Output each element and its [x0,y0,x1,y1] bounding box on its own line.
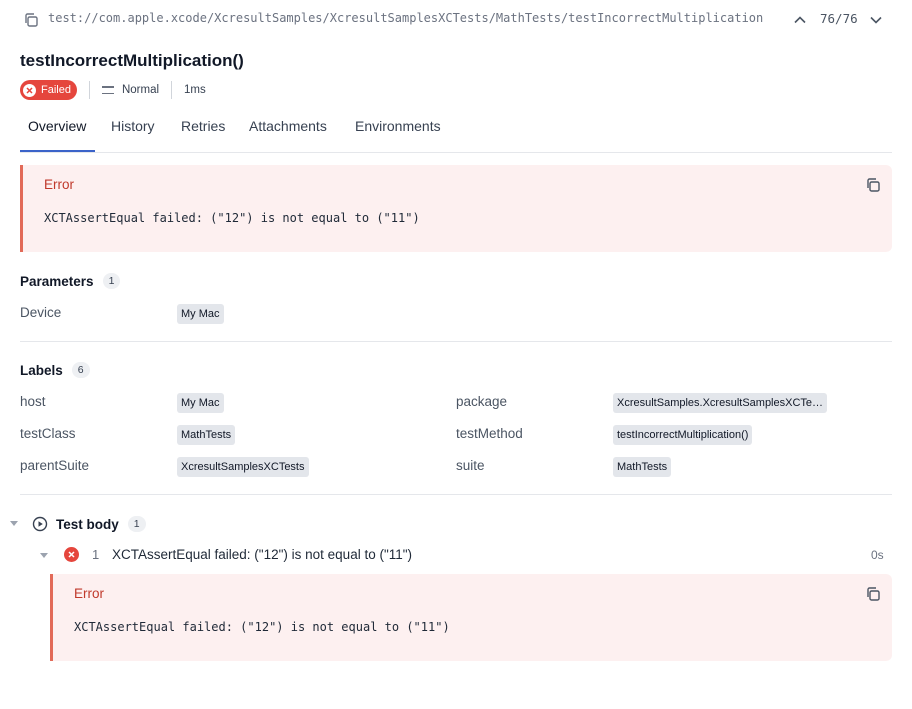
error-title: Error [44,177,74,192]
step-title[interactable]: XCTAssertEqual failed: ("12") is not equ… [112,547,412,562]
divider [20,341,892,342]
parameters-count: 1 [102,273,121,289]
test-body-label: Test body [56,516,119,532]
divider [20,494,892,495]
copy-icon[interactable] [865,586,881,602]
step-error-block: Error XCTAssertEqual failed: ("12") is n… [50,574,892,661]
tab-overview[interactable]: Overview [28,118,86,134]
severity-icon [101,86,114,94]
labels-title: Labels 6 [20,362,90,378]
param-key: Device [20,305,62,320]
status-label: Failed [41,84,71,96]
label-value: MathTests [613,457,672,477]
error-title: Error [74,586,104,601]
parameters-label: Parameters [20,273,94,289]
status-badge: Failed [20,80,77,100]
labels-label: Labels [20,362,63,378]
tab-environments[interactable]: Environments [355,118,441,134]
step-number: 1 [92,547,100,562]
page-title: testIncorrectMultiplication() [20,51,244,70]
step-duration: 0s [871,548,884,562]
error-message: XCTAssertEqual failed: ("12") is not equ… [74,620,450,634]
label-value: testIncorrectMultiplication() [613,425,753,445]
tab-attachments[interactable]: Attachments [249,118,327,134]
label-value: XcresultSamplesXCTests [177,457,309,477]
param-value: My Mac [177,304,224,324]
duration-label: 1ms [184,84,206,96]
label-value: XcresultSamples.XcresultSamplesXCTe… [613,393,828,413]
label-value: MathTests [177,425,236,445]
test-body-count: 1 [127,516,146,532]
label-key: testMethod [456,426,523,441]
x-circle-icon [64,547,79,562]
play-circle-icon [32,516,48,532]
test-body-title[interactable]: Test body 1 [56,516,146,532]
test-counter: 76/76 [820,11,858,26]
divider [171,81,173,99]
label-key: testClass [20,426,76,441]
label-key: host [20,394,46,409]
x-circle-icon [23,83,36,97]
parameters-title: Parameters 1 [20,273,121,289]
active-tab-indicator [20,150,95,152]
top-bar: test://com.apple.xcode/XcresultSamples/X… [0,0,912,40]
copy-icon[interactable] [23,12,39,28]
tab-retries[interactable]: Retries [181,118,225,134]
error-message: XCTAssertEqual failed: ("12") is not equ… [44,211,420,225]
error-block: Error XCTAssertEqual failed: ("12") is n… [20,165,892,252]
chevron-down-icon[interactable] [866,10,886,30]
divider [88,81,90,99]
collapse-caret-icon[interactable] [40,553,48,558]
label-key: parentSuite [20,458,90,473]
severity-label: Normal [121,84,160,96]
tab-history[interactable]: History [111,118,155,134]
chevron-up-icon[interactable] [790,10,810,30]
test-path: test://com.apple.xcode/XcresultSamples/X… [48,11,764,25]
labels-count: 6 [71,362,90,378]
label-key: package [456,394,508,409]
test-meta: Failed Normal 1ms [20,79,206,101]
label-key: suite [456,458,485,473]
tab-bar: Overview History Retries Attachments Env… [20,106,892,153]
collapse-caret-icon[interactable] [10,521,18,526]
label-value: My Mac [177,393,224,413]
copy-icon[interactable] [865,177,881,193]
